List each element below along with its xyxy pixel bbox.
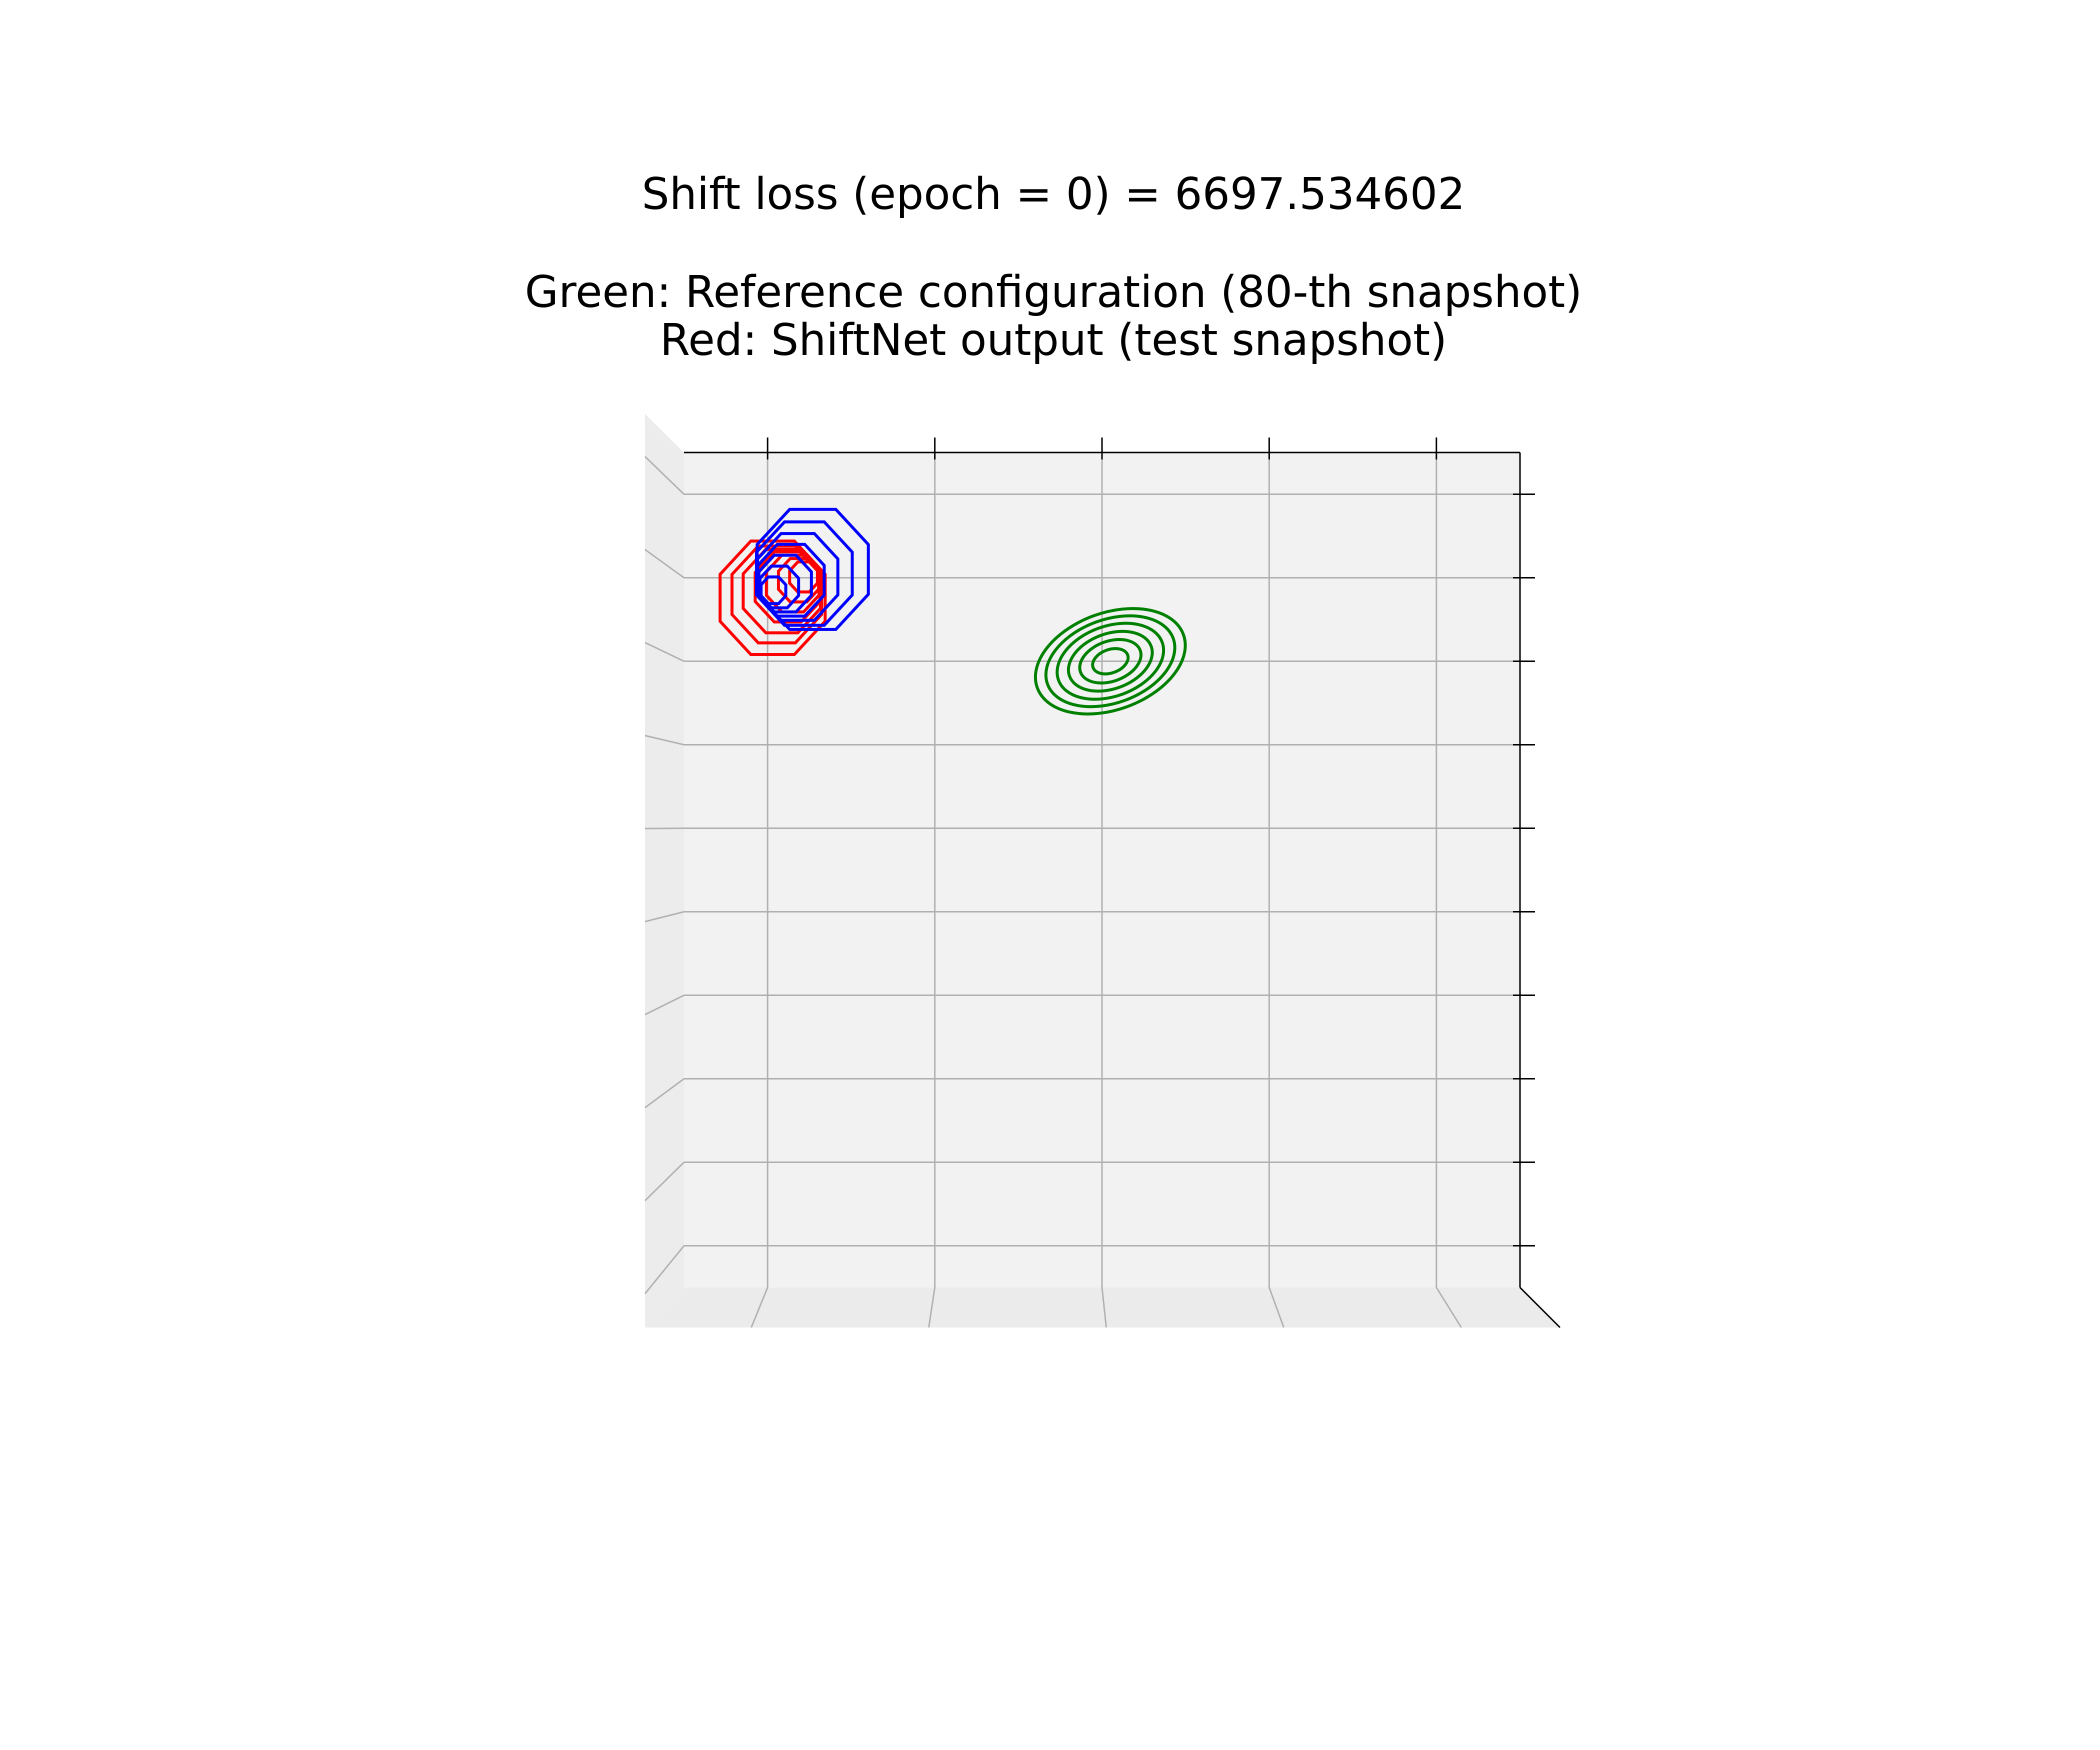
left-pane [645,414,684,1328]
side-grid-line [644,828,684,830]
plot-area-3d [644,414,1561,1328]
contour-figure: Shift loss (epoch = 0) = 6697.534602 Gre… [525,168,1582,1328]
legend-text-green: Green: Reference configuration (80-th sn… [525,266,1582,318]
chart-title: Shift loss (epoch = 0) = 6697.534602 [642,168,1466,220]
legend-text-red: Red: ShiftNet output (test snapshot) [660,314,1447,366]
